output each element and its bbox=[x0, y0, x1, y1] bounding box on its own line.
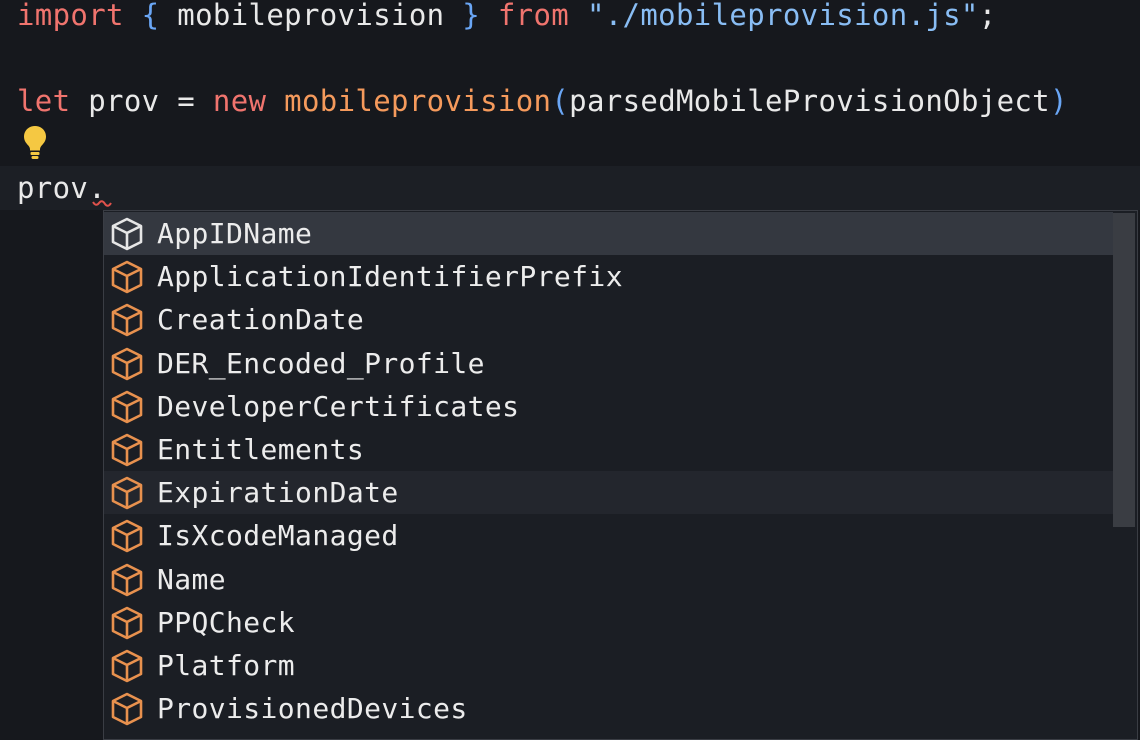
property-cube-icon bbox=[111, 563, 143, 596]
current-line-highlight bbox=[0, 166, 1140, 210]
keyword-import: import bbox=[17, 0, 124, 32]
keyword-from: from bbox=[497, 0, 570, 32]
suggestion-label: PPQCheck bbox=[157, 606, 296, 639]
suggestion-item[interactable]: Entitlements bbox=[104, 428, 1113, 471]
keyword-let: let bbox=[17, 84, 71, 118]
semicolon: ; bbox=[978, 0, 997, 32]
property-cube-icon bbox=[111, 217, 143, 250]
property-cube-icon bbox=[111, 260, 143, 293]
suggestion-item[interactable]: DeveloperCertificates bbox=[104, 385, 1113, 428]
suggestion-label: IsXcodeManaged bbox=[157, 519, 399, 552]
suggestion-item[interactable]: DER_Encoded_Profile bbox=[104, 342, 1113, 385]
paren-close: ) bbox=[1050, 84, 1068, 118]
suggestion-label: Name bbox=[157, 563, 227, 596]
suggestion-list-scrollbar[interactable] bbox=[1113, 213, 1135, 527]
suggestion-item[interactable]: Name bbox=[104, 558, 1113, 601]
property-cube-icon bbox=[111, 347, 143, 380]
brace-close: } bbox=[462, 0, 481, 32]
suggestion-item[interactable]: ApplicationIdentifierPrefix bbox=[104, 255, 1113, 298]
property-cube-icon bbox=[111, 606, 143, 639]
suggestion-label: Platform bbox=[157, 649, 296, 682]
autocomplete-suggestion-list[interactable]: AppIDName ApplicationIdentifierPrefix Crea… bbox=[103, 210, 1138, 740]
suggestion-label: ExpirationDate bbox=[157, 476, 399, 509]
suggestion-item[interactable]: CreationDate bbox=[104, 298, 1113, 341]
import-name: mobileprovision bbox=[159, 0, 463, 32]
property-cube-icon bbox=[111, 476, 143, 509]
suggestion-item[interactable]: ExpirationDate bbox=[104, 471, 1113, 514]
paren-open: ( bbox=[551, 84, 570, 118]
property-cube-icon bbox=[111, 303, 143, 336]
suggestion-label: DER_Encoded_Profile bbox=[157, 347, 485, 380]
suggestion-label: Entitlements bbox=[157, 433, 365, 466]
suggestion-item[interactable]: AppIDName bbox=[104, 212, 1113, 255]
suggestion-label: DeveloperCertificates bbox=[157, 390, 520, 423]
import-path-string: "./mobileprovision.js" bbox=[586, 0, 979, 32]
property-cube-icon bbox=[111, 390, 143, 423]
suggestion-item[interactable]: ProvisionedDevices bbox=[104, 687, 1113, 730]
suggestion-label: AppIDName bbox=[157, 217, 313, 250]
variable-declaration: prov = bbox=[70, 84, 213, 118]
brace-open: { bbox=[141, 0, 160, 32]
constructor-name: mobileprovision bbox=[284, 84, 552, 118]
property-cube-icon bbox=[111, 519, 143, 552]
code-line-import[interactable]: import { mobileprovision } from "./mobil… bbox=[17, 0, 997, 35]
lightbulb-icon[interactable] bbox=[22, 124, 48, 160]
suggestion-item[interactable]: Platform bbox=[104, 644, 1113, 687]
suggestion-label: CreationDate bbox=[157, 303, 365, 336]
property-cube-icon bbox=[111, 649, 143, 682]
property-cube-icon bbox=[111, 692, 143, 725]
constructor-argument: parsedMobileProvisionObject bbox=[569, 84, 1050, 118]
suggestion-label: ApplicationIdentifierPrefix bbox=[157, 260, 623, 293]
keyword-new: new bbox=[212, 84, 267, 118]
suggestion-label: ProvisionedDevices bbox=[157, 692, 468, 725]
suggestion-item[interactable]: IsXcodeManaged bbox=[104, 514, 1113, 557]
error-squiggle bbox=[92, 200, 112, 207]
code-line-let[interactable]: let prov = new mobileprovision(parsedMob… bbox=[17, 81, 1068, 121]
suggestion-item[interactable]: PPQCheck bbox=[104, 601, 1113, 644]
property-cube-icon bbox=[111, 433, 143, 466]
